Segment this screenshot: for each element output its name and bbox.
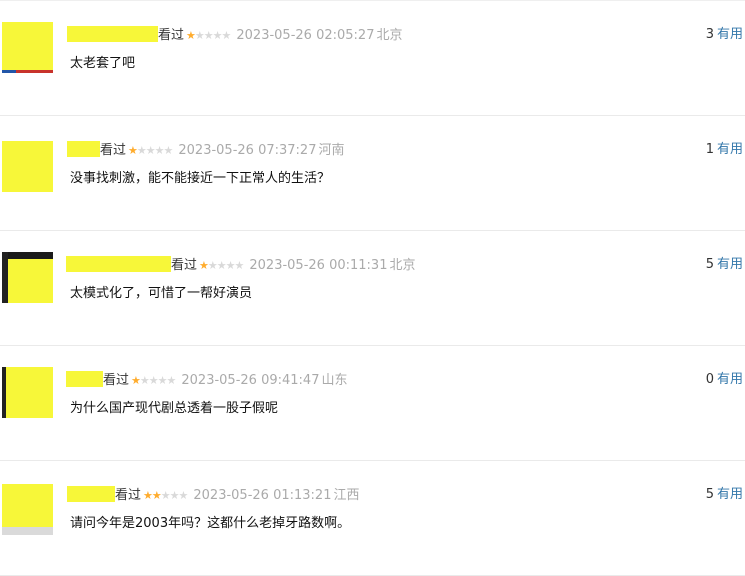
vote-count: 3 <box>705 27 714 42</box>
rating-stars: ★★★★★ <box>128 142 174 160</box>
star-icon: ★ <box>128 144 138 157</box>
comment-item: 看过 ★★★★★ 2023-05-26 02:05:27 北京 3 有用 太老套了吧 <box>0 0 745 116</box>
useful-button[interactable]: 有用 <box>717 372 743 387</box>
comment-location: 北京 <box>376 28 403 43</box>
watch-status: 看过 <box>158 28 185 43</box>
vote-area: 5 有用 <box>706 486 743 504</box>
star-icon: ★ <box>136 144 147 157</box>
comment-location: 北京 <box>389 258 416 273</box>
comment-item: 看过 ★★★★★ 2023-05-26 00:11:31 北京 5 有用 太模式化了，可… <box>0 230 745 346</box>
star-icon: ★ <box>143 489 153 502</box>
avatar-redaction <box>2 367 53 418</box>
comment-text: 为什么国产现代剧总透着一股子假呢 <box>70 401 279 416</box>
comment-meta: 看过 ★★★★★ 2023-05-26 01:13:21 江西 <box>67 486 359 504</box>
star-icon: ★ <box>163 144 174 157</box>
avatar-edge <box>2 252 8 303</box>
comment-item: 看过 ★★★★★ 2023-05-26 01:13:21 江西 5 有用 请问今年是20… <box>0 460 745 576</box>
username-redaction[interactable] <box>67 141 100 157</box>
avatar[interactable] <box>2 367 53 418</box>
star-icon: ★ <box>178 489 189 502</box>
star-icon: ★ <box>216 259 227 272</box>
vote-count: 5 <box>705 257 714 272</box>
comment-text: 太模式化了，可惜了一帮好演员 <box>70 286 253 301</box>
comment-time: 2023-05-26 01:13:21 <box>193 488 332 503</box>
avatar[interactable] <box>2 484 53 535</box>
comment-item: 看过 ★★★★★ 2023-05-26 09:41:47 山东 0 有用 为什么国产现代… <box>0 345 745 461</box>
comment-meta: 看过 ★★★★★ 2023-05-26 02:05:27 北京 <box>67 26 402 44</box>
useful-button[interactable]: 有用 <box>717 257 743 272</box>
avatar-edge <box>2 70 16 73</box>
vote-area: 1 有用 <box>706 141 743 159</box>
comment-text: 请问今年是2003年吗？这都什么老掉牙路数啊。 <box>70 516 351 531</box>
comment-time: 2023-05-26 09:41:47 <box>181 373 320 388</box>
vote-area: 0 有用 <box>706 371 743 389</box>
comment-location: 山东 <box>321 373 348 388</box>
star-icon: ★ <box>221 29 232 42</box>
watch-status: 看过 <box>115 488 142 503</box>
vote-count: 0 <box>705 372 714 387</box>
useful-button[interactable]: 有用 <box>717 487 743 502</box>
star-icon: ★ <box>234 259 245 272</box>
username-redaction[interactable] <box>66 256 171 272</box>
rating-stars: ★★★★★ <box>199 257 245 275</box>
star-icon: ★ <box>145 144 156 157</box>
comment-time: 2023-05-26 07:37:27 <box>178 143 317 158</box>
comment-time: 2023-05-26 02:05:27 <box>236 28 375 43</box>
watch-status: 看过 <box>171 258 198 273</box>
rating-stars: ★★★★★ <box>186 27 232 45</box>
star-icon: ★ <box>212 29 223 42</box>
star-icon: ★ <box>169 489 180 502</box>
avatar-redaction <box>2 141 53 192</box>
comment-location: 河南 <box>318 143 345 158</box>
watch-status: 看过 <box>100 143 127 158</box>
star-icon: ★ <box>166 374 177 387</box>
avatar-edge <box>2 252 53 259</box>
comment-time: 2023-05-26 00:11:31 <box>249 258 388 273</box>
avatar[interactable] <box>2 252 53 303</box>
comment-text: 没事找刺激，能不能接近一下正常人的生活？ <box>70 171 331 186</box>
comment-meta: 看过 ★★★★★ 2023-05-26 09:41:47 山东 <box>66 371 347 389</box>
avatar[interactable] <box>2 141 53 192</box>
comment-text: 太老套了吧 <box>70 56 136 71</box>
star-icon: ★ <box>203 29 214 42</box>
star-icon: ★ <box>207 259 218 272</box>
star-icon: ★ <box>148 374 159 387</box>
avatar-edge <box>2 367 6 418</box>
star-icon: ★ <box>154 144 165 157</box>
vote-count: 1 <box>705 142 714 157</box>
star-icon: ★ <box>157 374 168 387</box>
rating-stars: ★★★★★ <box>131 372 177 390</box>
star-icon: ★ <box>194 29 205 42</box>
comment-meta: 看过 ★★★★★ 2023-05-26 07:37:27 河南 <box>67 141 344 159</box>
rating-stars: ★★★★★ <box>143 487 189 505</box>
vote-count: 5 <box>705 487 714 502</box>
vote-area: 3 有用 <box>706 26 743 44</box>
star-icon: ★ <box>151 489 162 502</box>
comment-item: 看过 ★★★★★ 2023-05-26 07:37:27 河南 1 有用 没事找刺激，能… <box>0 115 745 231</box>
avatar[interactable] <box>2 22 53 73</box>
star-icon: ★ <box>160 489 171 502</box>
star-icon: ★ <box>139 374 150 387</box>
comment-meta: 看过 ★★★★★ 2023-05-26 00:11:31 北京 <box>66 256 415 274</box>
useful-button[interactable]: 有用 <box>717 27 743 42</box>
star-icon: ★ <box>199 259 209 272</box>
star-icon: ★ <box>225 259 236 272</box>
comment-location: 江西 <box>333 488 360 503</box>
watch-status: 看过 <box>103 373 130 388</box>
avatar-edge <box>2 527 53 535</box>
star-icon: ★ <box>131 374 141 387</box>
vote-area: 5 有用 <box>706 256 743 274</box>
useful-button[interactable]: 有用 <box>717 142 743 157</box>
username-redaction[interactable] <box>67 26 158 42</box>
avatar-redaction <box>2 22 53 73</box>
avatar-redaction <box>2 252 53 303</box>
username-redaction[interactable] <box>66 371 103 387</box>
username-redaction[interactable] <box>67 486 115 502</box>
star-icon: ★ <box>186 29 196 42</box>
